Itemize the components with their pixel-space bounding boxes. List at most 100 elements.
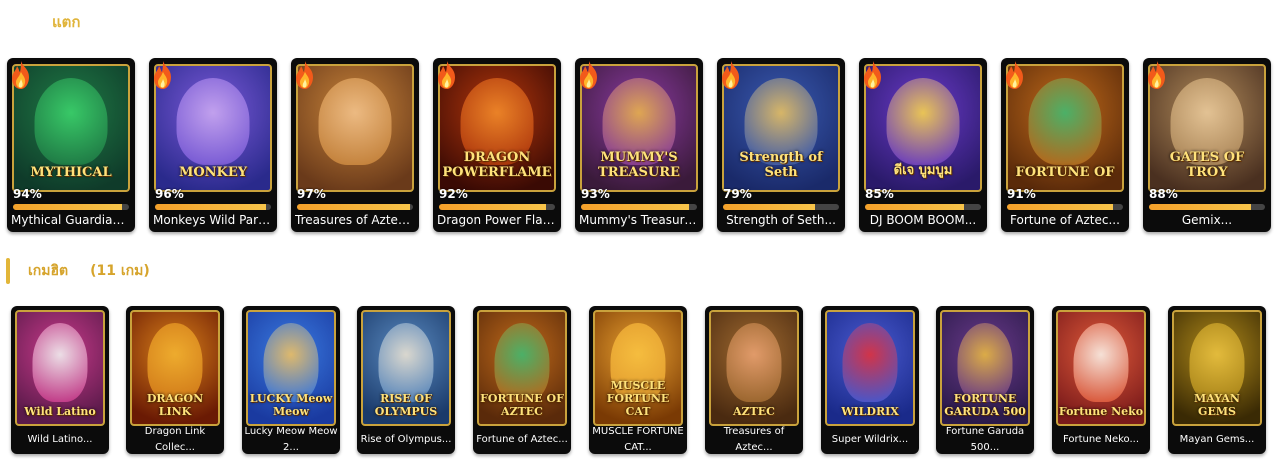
game-card[interactable]: 97% Treasures of Aztec... bbox=[291, 58, 419, 232]
game-name-line: Dragon Link Collec... bbox=[144, 426, 206, 453]
game-character-art bbox=[494, 323, 550, 402]
rtp-percentage: 92% bbox=[439, 187, 468, 201]
game-name: Fortune of Aztec... bbox=[1010, 213, 1120, 227]
game-card[interactable]: GATES OF TROY 88% Gemix... bbox=[1143, 58, 1271, 232]
fire-icon bbox=[9, 60, 33, 90]
game-thumbnail: AZTEC bbox=[709, 310, 799, 426]
rtp-progress-bar bbox=[439, 204, 555, 210]
rtp-progress-bar bbox=[1149, 204, 1265, 210]
game-card[interactable]: Wild Latino Wild Latino... bbox=[11, 306, 109, 454]
game-character-art bbox=[842, 323, 898, 402]
fire-icon bbox=[435, 60, 459, 90]
game-card[interactable]: DRAGON POWERFLAME 92% Dragon Power Flame..… bbox=[433, 58, 561, 232]
game-card[interactable]: MAYAN GEMS Mayan Gems... bbox=[1168, 306, 1266, 454]
game-name: Treasures of Aztec... bbox=[295, 213, 415, 227]
game-name: Monkeys Wild Party... bbox=[153, 213, 273, 227]
game-character-art bbox=[726, 323, 782, 402]
game-thumbnail: RISE OF OLYMPUS bbox=[361, 310, 451, 426]
rtp-percentage: 91% bbox=[1007, 187, 1036, 201]
game-name-line: Rise of Olympus... bbox=[360, 434, 452, 445]
game-character-art bbox=[957, 323, 1013, 402]
game-logo-text: Fortune Neko bbox=[1058, 405, 1144, 418]
game-logo-text: MUSCLE FORTUNE CAT bbox=[606, 379, 670, 418]
game-logo-text: FORTUNE OF bbox=[1015, 165, 1115, 180]
game-card[interactable]: AZTEC Treasures of Aztec... bbox=[705, 306, 803, 454]
game-character-art bbox=[147, 323, 203, 402]
game-name: DJ BOOM BOOM... bbox=[869, 213, 977, 227]
game-name: Lucky Meow Meow 2... bbox=[244, 426, 338, 453]
rtp-progress-fill bbox=[297, 204, 410, 210]
game-card[interactable]: MUMMY'S TREASURE 93% Mummy's Treasure Q... bbox=[575, 58, 703, 232]
game-character-art bbox=[318, 78, 392, 166]
game-logo-text: GATES OF TROY bbox=[1169, 150, 1245, 180]
rtp-progress-fill bbox=[1007, 204, 1113, 210]
rtp-progress-bar bbox=[581, 204, 697, 210]
game-card[interactable]: Fortune Neko Fortune Neko... bbox=[1052, 306, 1150, 454]
game-logo-text: ดีเจ บูมบูม bbox=[893, 163, 953, 178]
rtp-percentage: 85% bbox=[865, 187, 894, 201]
rtp-percentage: 79% bbox=[723, 187, 752, 201]
rtp-progress-fill bbox=[13, 204, 123, 210]
game-logo-text: FORTUNE GARUDA 500 bbox=[944, 392, 1026, 418]
game-name-line: Fortune Garuda bbox=[945, 426, 1025, 437]
game-name-line-2: 500... bbox=[970, 442, 1000, 453]
game-logo-text: AZTEC bbox=[733, 405, 775, 418]
game-name: Fortune Garuda 500... bbox=[938, 426, 1032, 453]
rtp-progress-fill bbox=[1149, 204, 1252, 210]
category-label: แตก bbox=[52, 13, 81, 31]
game-card[interactable]: Strength of Seth 79% Strength of Seth... bbox=[717, 58, 845, 232]
section-count: (11 เกม) bbox=[90, 263, 150, 279]
game-card[interactable]: WILDRIX Super Wildrix... bbox=[821, 306, 919, 454]
game-card[interactable]: FORTUNE GARUDA 500 Fortune Garuda 500... bbox=[936, 306, 1034, 454]
game-name-line: Fortune Neko... bbox=[1062, 434, 1140, 445]
game-thumbnail: WILDRIX bbox=[825, 310, 915, 426]
game-character-art bbox=[378, 323, 434, 402]
game-name-line-2: CAT... bbox=[624, 442, 652, 453]
game-thumbnail: FORTUNE GARUDA 500 bbox=[940, 310, 1030, 426]
game-thumbnail: DRAGON LINK bbox=[130, 310, 220, 426]
rtp-percentage: 96% bbox=[155, 187, 184, 201]
fire-icon bbox=[719, 60, 743, 90]
game-thumbnail: FORTUNE OF AZTEC bbox=[477, 310, 567, 426]
rtp-progress-fill bbox=[155, 204, 267, 210]
game-name-line: Fortune of Aztec... bbox=[476, 434, 568, 445]
rtp-percentage: 88% bbox=[1149, 187, 1178, 201]
game-name: Mayan Gems... bbox=[1170, 428, 1264, 452]
game-character-art bbox=[34, 78, 108, 166]
game-name: Dragon Link Collec... bbox=[128, 426, 222, 453]
game-logo-text: Wild Latino bbox=[24, 405, 96, 418]
game-card[interactable]: MYTHICAL 94% Mythical Guardians... bbox=[7, 58, 135, 232]
game-name-line: Wild Latino... bbox=[27, 434, 93, 445]
game-card[interactable]: MONKEY 96% Monkeys Wild Party... bbox=[149, 58, 277, 232]
rtp-progress-fill bbox=[723, 204, 815, 210]
game-name: Mythical Guardians... bbox=[11, 213, 131, 227]
fire-icon bbox=[151, 60, 175, 90]
game-card[interactable]: MUSCLE FORTUNE CAT MUSCLE FORTUNE CAT... bbox=[589, 306, 687, 454]
game-thumbnail: Fortune Neko bbox=[1056, 310, 1146, 426]
game-logo-text: MUMMY'S TREASURE bbox=[598, 150, 680, 180]
section-accent-bar bbox=[6, 258, 10, 284]
game-name: Treasures of Aztec... bbox=[707, 426, 801, 453]
game-card[interactable]: RISE OF OLYMPUS Rise of Olympus... bbox=[357, 306, 455, 454]
game-card[interactable]: FORTUNE OF AZTEC Fortune of Aztec... bbox=[473, 306, 571, 454]
section-header-hit-games: เกมฮิต (11 เกม) bbox=[6, 258, 150, 284]
game-name-line-2: 2... bbox=[283, 442, 299, 453]
rtp-percentage: 97% bbox=[297, 187, 326, 201]
game-logo-text: DRAGON POWERFLAME bbox=[442, 150, 552, 180]
game-name-line: MUSCLE FORTUNE bbox=[592, 426, 684, 437]
rtp-progress-bar bbox=[723, 204, 839, 210]
fire-icon bbox=[1145, 60, 1169, 90]
fire-icon bbox=[577, 60, 601, 90]
rtp-progress-bar bbox=[13, 204, 129, 210]
game-logo-text: LUCKY Meow Meow bbox=[249, 392, 333, 418]
game-card[interactable]: FORTUNE OF 91% Fortune of Aztec... bbox=[1001, 58, 1129, 232]
rtp-percentage: 94% bbox=[13, 187, 42, 201]
game-character-art bbox=[263, 323, 319, 402]
game-card[interactable]: ดีเจ บูมบูม 85% DJ BOOM BOOM... bbox=[859, 58, 987, 232]
game-card[interactable]: DRAGON LINK Dragon Link Collec... bbox=[126, 306, 224, 454]
game-name: Super Wildrix... bbox=[823, 428, 917, 452]
game-character-art bbox=[176, 78, 250, 166]
game-card[interactable]: LUCKY Meow Meow Lucky Meow Meow 2... bbox=[242, 306, 340, 454]
game-name: Gemix... bbox=[1181, 213, 1233, 227]
game-character-art bbox=[1073, 323, 1129, 402]
